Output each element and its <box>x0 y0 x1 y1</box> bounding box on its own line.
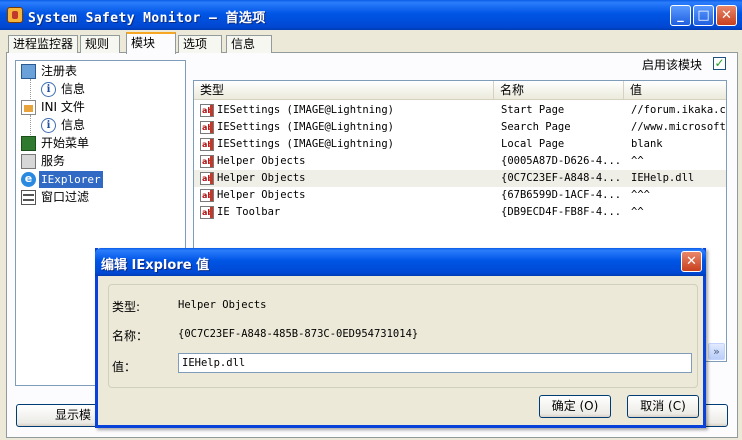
cell-type: Helper Objects <box>217 172 306 184</box>
dialog-title: 编辑 IExplore 值 <box>101 258 210 273</box>
cell-value: ^^^ <box>631 189 650 201</box>
table-row-selected[interactable]: ab Helper Objects {0C7C23EF-A848-4... IE… <box>194 170 726 187</box>
table-row[interactable]: ab IESettings (IMAGE@Lightning) Local Pa… <box>194 136 726 153</box>
dialog-close-button[interactable]: ✕ <box>681 251 702 272</box>
ini-file-icon <box>21 100 36 115</box>
column-header-name[interactable]: 名称 <box>494 81 624 100</box>
service-icon <box>21 154 36 169</box>
tree-item-label: 服务 <box>41 154 66 168</box>
string-value-icon: ab <box>200 189 214 202</box>
window-title: System Safety Monitor — 首选项 <box>28 11 266 26</box>
cell-name: {0C7C23EF-A848-4... <box>501 172 622 184</box>
cell-value: //forum.ikaka.com <box>631 104 726 116</box>
cell-value: blank <box>631 138 663 150</box>
cell-name: {0005A87D-D626-4... <box>501 155 622 167</box>
tree-item-label: 注册表 <box>41 64 78 78</box>
maximize-button[interactable]: □ <box>693 5 714 26</box>
cell-type: IESettings (IMAGE@Lightning) <box>217 121 395 133</box>
close-button[interactable]: ✕ <box>716 5 737 26</box>
cell-value: ^^ <box>631 206 644 218</box>
string-value-icon: ab <box>200 121 214 134</box>
tab-modules[interactable]: 模块 <box>126 32 176 54</box>
value-input[interactable]: IEHelp.dll <box>178 353 692 373</box>
type-label: 类型: <box>112 300 141 314</box>
ok-button[interactable]: 确定 (O) <box>539 395 611 418</box>
tab-rules[interactable]: 规则 <box>80 35 120 53</box>
cell-type: IESettings (IMAGE@Lightning) <box>217 138 395 150</box>
app-shield-icon <box>7 7 23 23</box>
ie-icon: e <box>21 172 36 187</box>
string-value-icon: ab <box>200 104 214 117</box>
cell-name: Local Page <box>501 138 565 150</box>
start-menu-icon <box>21 136 36 151</box>
enable-module-checkbox[interactable]: ✓ <box>713 57 726 70</box>
tree-item-label: 信息 <box>61 82 86 96</box>
info-icon: i <box>41 82 56 97</box>
name-value: {0C7C23EF-A848-485B-873C-0ED954731014} <box>178 328 419 340</box>
table-row[interactable]: ab IE Toolbar {DB9ECD4F-FB8F-4... ^^ <box>194 204 726 221</box>
string-value-icon: ab <box>200 138 214 151</box>
value-label: 值： <box>112 360 137 374</box>
tree-item-label: IExplorer <box>39 171 103 188</box>
registry-icon <box>21 64 36 79</box>
tree-item-label: 信息 <box>61 118 86 132</box>
cancel-button[interactable]: 取消 (C) <box>627 395 699 418</box>
cell-type: IE Toolbar <box>217 206 281 218</box>
string-value-icon: ab <box>200 206 214 219</box>
cell-type: Helper Objects <box>217 155 306 167</box>
info-icon: i <box>41 118 56 133</box>
table-row[interactable]: ab Helper Objects {0005A87D-D626-4... ^^ <box>194 153 726 170</box>
minimize-button[interactable]: _ <box>670 5 691 26</box>
cell-name: Search Page <box>501 121 571 133</box>
table-row[interactable]: ab IESettings (IMAGE@Lightning) Search P… <box>194 119 726 136</box>
tab-process-monitor[interactable]: 进程监控器 <box>8 35 78 53</box>
tree-item-label: 窗口过滤 <box>41 190 90 204</box>
cell-name: {67B6599D-1ACF-4... <box>501 189 622 201</box>
tree-item-label: 开始菜单 <box>41 136 90 150</box>
column-header-value[interactable]: 值 <box>624 81 726 100</box>
cell-value: IEHelp.dll <box>631 172 695 184</box>
string-value-icon: ab <box>200 172 214 185</box>
cell-name: {DB9ECD4F-FB8F-4... <box>501 206 622 218</box>
cell-name: Start Page <box>501 104 565 116</box>
string-value-icon: ab <box>200 155 214 168</box>
enable-module-label: 启用该模块 <box>642 58 703 72</box>
cell-value: ^^ <box>631 155 644 167</box>
cell-type: Helper Objects <box>217 189 306 201</box>
cell-value: //www.microsoft.com <box>631 121 726 133</box>
name-label: 名称： <box>112 329 149 343</box>
tree-item-label: INI 文件 <box>41 100 85 114</box>
list-header: 类型 名称 值 <box>194 81 726 100</box>
edit-value-dialog: 编辑 IExplore 值 ✕ 类型: Helper Objects 名称： {… <box>95 248 706 428</box>
table-row[interactable]: ab Helper Objects {67B6599D-1ACF-4... ^^… <box>194 187 726 204</box>
window-filter-icon <box>21 190 36 205</box>
cell-type: IESettings (IMAGE@Lightning) <box>217 104 395 116</box>
dialog-title-bar[interactable]: 编辑 IExplore 值 ✕ <box>95 248 706 276</box>
type-value: Helper Objects <box>178 299 267 311</box>
main-title-bar[interactable]: System Safety Monitor — 首选项 _ □ ✕ <box>0 0 742 30</box>
tab-options[interactable]: 选项 <box>178 35 222 53</box>
table-row[interactable]: ab IESettings (IMAGE@Lightning) Start Pa… <box>194 102 726 119</box>
tab-info[interactable]: 信息 <box>226 35 272 53</box>
scroll-right-arrow[interactable]: » <box>708 343 725 360</box>
column-header-type[interactable]: 类型 <box>194 81 494 100</box>
